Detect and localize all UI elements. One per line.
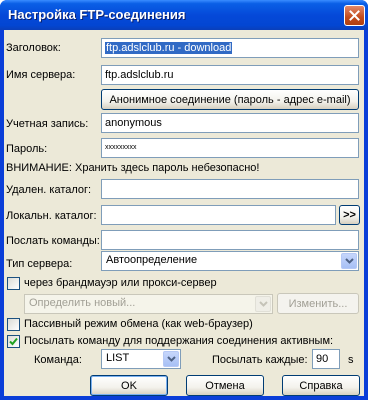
server-input[interactable]: ftp.adslclub.ru [101, 65, 359, 85]
keepalive-checkbox[interactable] [7, 335, 20, 348]
server-type-dropdown-button[interactable] [341, 253, 357, 269]
chevron-down-icon [258, 301, 268, 307]
keepalive-label[interactable]: Посылать команду для поддержания соедине… [24, 335, 333, 347]
window-title: Настройка FTP-соединения [8, 7, 186, 22]
command-label: Команда: [34, 354, 82, 366]
chevron-down-icon [166, 356, 176, 362]
proxy-change-button[interactable]: Изменить... [277, 293, 359, 314]
anonymous-connection-button[interactable]: Анонимное соединение (пароль - адрес e-m… [101, 89, 359, 110]
keepalive-command-select[interactable]: LIST [101, 349, 181, 369]
dialog-body: Заголовок: ftp.adslclub.ru - download Им… [4, 30, 364, 396]
proxy-checkbox-label[interactable]: через брандмауэр или прокси-сервер [24, 277, 217, 289]
keepalive-command-dropdown-button[interactable] [163, 351, 179, 367]
server-type-value: Автоопределение [106, 254, 198, 266]
proxy-checkbox[interactable] [7, 277, 20, 290]
proxy-select-value: Определить новый... [29, 297, 136, 309]
remote-dir-label: Удален. каталог: [6, 184, 92, 196]
server-type-select[interactable]: Автоопределение [101, 251, 359, 271]
ok-button[interactable]: OK [90, 375, 168, 396]
password-input[interactable]: xxxxxxxxx [101, 138, 359, 158]
send-commands-input[interactable] [101, 230, 359, 250]
proxy-dropdown-button[interactable] [255, 296, 271, 312]
server-label: Имя сервера: [6, 69, 76, 81]
local-dir-input[interactable] [101, 205, 336, 225]
title-bar[interactable]: Настройка FTP-соединения [0, 0, 368, 30]
password-warning: ВНИМАНИЕ: Хранить здесь пароль небезопас… [6, 162, 260, 174]
password-label: Пароль: [6, 143, 48, 155]
send-commands-label: Послать команды: [6, 235, 100, 247]
help-button[interactable]: Справка [282, 375, 360, 396]
interval-input[interactable]: 90 [312, 349, 340, 369]
remote-dir-input[interactable] [101, 179, 359, 199]
header-label: Заголовок: [6, 42, 61, 54]
passive-mode-label[interactable]: Пассивный режим обмена (как web-браузер) [24, 318, 253, 330]
ftp-settings-dialog: Настройка FTP-соединения Заголовок: ftp.… [0, 0, 368, 400]
cancel-button[interactable]: Отмена [186, 375, 264, 396]
account-input[interactable]: anonymous [101, 113, 359, 133]
account-label: Учетная запись: [6, 118, 89, 130]
close-button[interactable] [344, 5, 365, 26]
passive-mode-checkbox[interactable] [7, 318, 20, 331]
proxy-select[interactable]: Определить новый... [24, 294, 273, 314]
chevron-down-icon [344, 258, 354, 264]
local-dir-label: Локальн. каталог: [6, 210, 97, 222]
close-icon [349, 10, 360, 21]
header-input[interactable]: ftp.adslclub.ru - download [101, 38, 359, 58]
checkmark-icon [9, 337, 18, 346]
keepalive-command-value: LIST [106, 352, 130, 364]
interval-unit: s [348, 354, 354, 366]
browse-local-dir-button[interactable]: >> [339, 205, 360, 225]
interval-label: Посылать каждые: [212, 354, 308, 366]
header-value: ftp.adslclub.ru - download [105, 42, 233, 54]
server-type-label: Тип сервера: [6, 258, 73, 270]
